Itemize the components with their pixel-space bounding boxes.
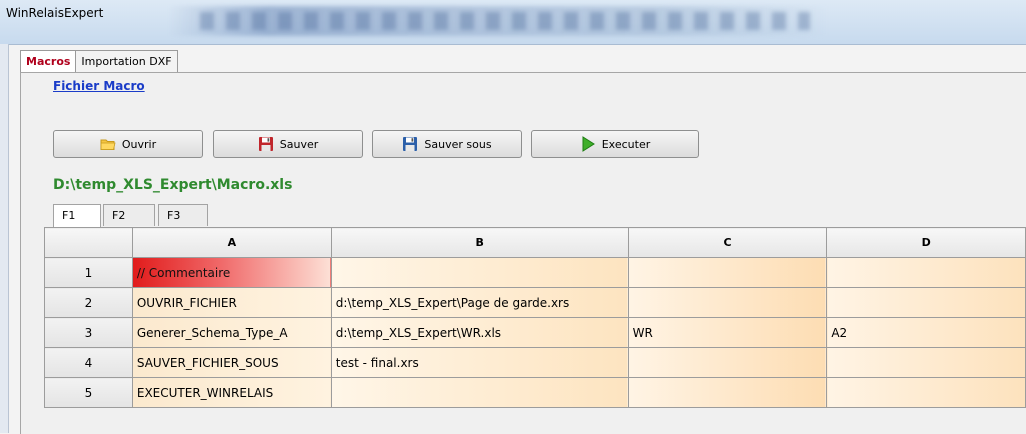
grid-cell[interactable] [826,257,1026,288]
grid-row: 5 EXECUTER_WINRELAIS [44,377,1026,408]
open-button[interactable]: Ouvrir [53,130,203,158]
row-header[interactable]: 4 [44,347,133,378]
save-as-button-label: Sauver sous [424,137,492,151]
tab-importation-dxf[interactable]: Importation DXF [75,50,178,72]
grid-cell[interactable]: Generer_Schema_Type_A [131,317,332,348]
grid-cell[interactable] [627,287,828,318]
row-header[interactable]: 5 [44,377,133,408]
folder-icon [100,139,116,150]
row-header[interactable]: 1 [44,257,133,288]
grid-cell[interactable] [330,377,629,408]
floppy-disk-icon [403,137,418,151]
grid-cell[interactable] [826,377,1026,408]
grid-cell[interactable]: d:\temp_XLS_Expert\WR.xls [330,317,629,348]
open-button-label: Ouvrir [121,137,157,151]
grid-cell[interactable]: OUVRIR_FICHIER [131,287,332,318]
column-header-d[interactable]: D [826,227,1026,258]
sheet-tab-f3[interactable]: F3 [158,204,208,226]
grid-cell[interactable]: A2 [826,317,1026,348]
sheet-tab-f1[interactable]: F1 [53,204,101,227]
grid-row: 2 OUVRIR_FICHIER d:\temp_XLS_Expert\Page… [44,287,1026,318]
grid-cell[interactable]: WR [627,317,828,348]
grid-cell[interactable] [627,257,828,288]
column-header-b[interactable]: B [330,227,629,258]
row-header[interactable]: 3 [44,317,133,348]
blurred-toolbar-icons [200,12,810,30]
grid-row: 4 SAUVER_FICHIER_SOUS test - final.xrs [44,347,1026,378]
grid-header-row: A B C D [44,227,1026,258]
save-button-label: Sauver [279,137,319,151]
sheet-tab-f2[interactable]: F2 [103,204,155,226]
grid-cell[interactable]: EXECUTER_WINRELAIS [131,377,332,408]
execute-button-label: Executer [601,137,651,151]
grid-cell[interactable] [627,377,828,408]
title-bar: WinRelaisExpert [0,0,1026,45]
grid-cell[interactable]: test - final.xrs [330,347,629,378]
play-arrow-icon [582,136,595,152]
grid-cell[interactable] [826,347,1026,378]
grid-row: 1 // Commentaire [44,257,1026,288]
grid-cell[interactable] [627,347,828,378]
row-header[interactable]: 2 [44,287,133,318]
fichier-macro-link[interactable]: Fichier Macro [53,79,145,93]
grid-cell[interactable]: SAUVER_FICHIER_SOUS [131,347,332,378]
grid-cell[interactable] [826,287,1026,318]
file-path-label: D:\temp_XLS_Expert\Macro.xls [53,177,293,193]
main-tab-strip: Macros Importation DXF [20,50,178,72]
grid-row: 3 Generer_Schema_Type_A d:\temp_XLS_Expe… [44,317,1026,348]
window-title: WinRelaisExpert [6,6,104,20]
grid-cell[interactable]: d:\temp_XLS_Expert\Page de garde.xrs [330,287,629,318]
macro-grid: A B C D 1 // Commentaire 2 OUVRIR_FICHIE… [44,227,1026,408]
window-left-edge [0,44,9,433]
column-header-a[interactable]: A [131,227,332,258]
tab-macros[interactable]: Macros [20,50,77,72]
save-button[interactable]: Sauver [213,130,363,158]
save-as-button[interactable]: Sauver sous [372,130,522,158]
grid-cell[interactable] [330,257,629,288]
execute-button[interactable]: Executer [531,130,699,158]
corner-cell[interactable] [44,227,133,258]
floppy-disk-icon [258,137,273,151]
grid-cell[interactable]: // Commentaire [131,257,332,288]
column-header-c[interactable]: C [627,227,828,258]
